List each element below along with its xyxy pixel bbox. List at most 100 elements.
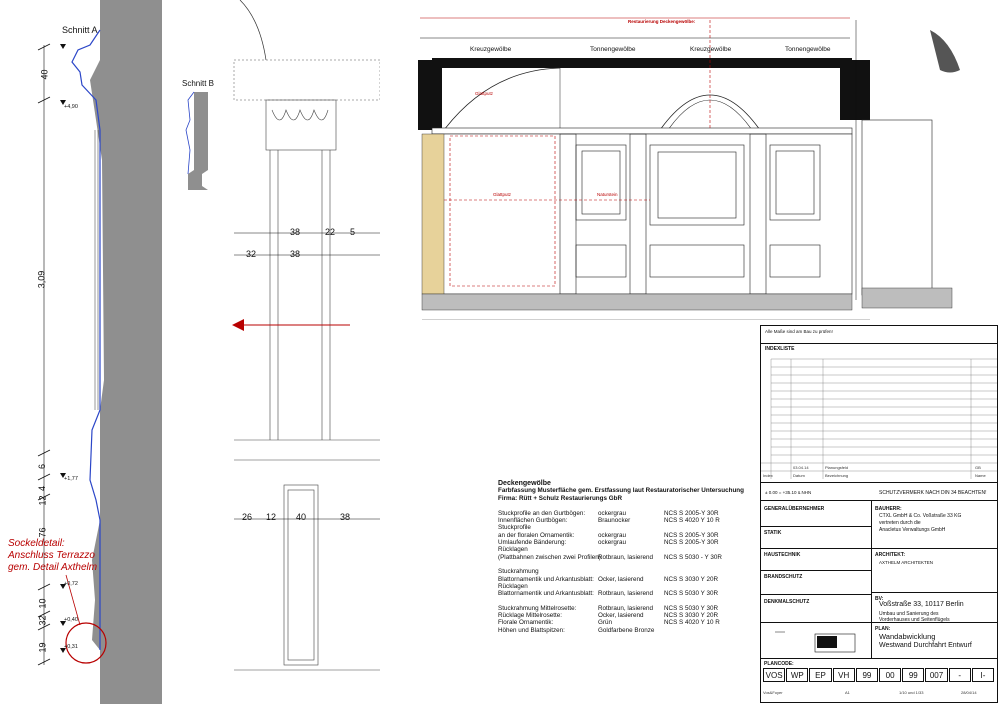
plan-title: Wandabwicklung [879, 632, 936, 641]
plancode-cell: EP [809, 668, 832, 682]
section-b-title: Schnitt B [182, 79, 215, 88]
vault-label-1: Kreuzgewölbe [470, 46, 512, 53]
spec-cell-b: Ocker, lasierend [598, 575, 644, 583]
plan-subtitle: Westwand Durchfahrt Entwurf [879, 642, 972, 649]
index-header-name: Name [975, 473, 986, 478]
spec-cell-c: NCS S 5030 - Y 30R [664, 553, 722, 561]
role-brandschutz: BRANDSCHUTZ [764, 574, 803, 580]
spec-cell-b: Rotbraun, lasierend [598, 553, 653, 561]
spec-row [498, 597, 758, 604]
color-spec-subtitle2: Firma: Rütt + Schulz Restaurierungs GbR [498, 494, 623, 502]
client-line1: CTXL GmbH & Co. Voßstraße 33 KG [879, 513, 962, 519]
spec-cell-a: Florale Ornamentik: [498, 619, 554, 627]
spec-cell-a: Rücklagen [498, 546, 528, 554]
tb-level-note: ± 0.00 = +35.10 ü.NHN [765, 490, 812, 495]
spec-row: Stuckrahmung Mittelrosette: Rotbraun, las… [498, 605, 758, 612]
spec-cell-a: Stuckprofile an den Gurtbögen: [498, 509, 586, 517]
index-header-index: Index [763, 473, 773, 478]
level-177: +1,77 [64, 476, 78, 482]
spec-cell-a: Stuckprofile [498, 524, 531, 532]
spec-row: Stuckrahmung [498, 568, 758, 575]
spec-cell-c: NCS S 3030 Y 20R [664, 612, 719, 620]
plancode-cell: 00 [879, 668, 902, 682]
dim-12: 12 [37, 495, 48, 506]
vault-label-2: Tonnengewölbe [590, 46, 636, 53]
tb-protection-note: SCHUTZVERMERK NACH DIN 34 BEACHTEN! [879, 490, 987, 496]
vault-label-4: Tonnengewölbe [785, 46, 831, 53]
code-footer-2: A1 [845, 690, 850, 695]
spec-cell-c: NCS S 5030 Y 30R [664, 590, 719, 598]
spec-cell-b: ockergrau [598, 539, 627, 547]
dim-6: 6 [37, 463, 48, 470]
col-dim-32: 32 [246, 249, 257, 259]
label-glattputz-1: Glattputz [475, 91, 494, 96]
spec-row: Rücklage Mittelrosette: Ocker, lasierend N… [498, 612, 758, 619]
role-statik: STATIK [764, 530, 782, 536]
base-dim-38: 38 [340, 512, 351, 522]
level-040: +0,40 [64, 617, 78, 623]
col-dim-38: 38 [290, 227, 301, 237]
base-dim-26: 26 [242, 512, 253, 522]
col-dim-38b: 38 [290, 249, 301, 259]
label-glattputz-2: Glattputz [493, 192, 512, 197]
spec-cell-c: NCS S 3030 Y 20R [664, 575, 719, 583]
spec-cell-b: ockergrau [598, 509, 627, 517]
level-031: +0,31 [64, 644, 78, 650]
spec-row: Stuckprofile [498, 524, 758, 531]
spec-cell-a: Blattornamentik und Arkantusblatt: [498, 590, 594, 598]
index-grid [761, 358, 997, 479]
level-490: +4,90 [64, 104, 78, 110]
section-a-drawing [37, 0, 162, 704]
plancode-cell: 007 [925, 668, 948, 682]
spec-cell-b: Rotbraun, lasierend [598, 604, 653, 612]
color-spec: Deckengewölbe Farbfassung Musterfläche g… [498, 480, 758, 634]
dim-4: 4 [37, 485, 48, 492]
spec-cell-a: Umlaufende Bänderung: [498, 539, 567, 547]
tb-top-note: Alle Maße sind am Bau zu prüfen! [765, 329, 833, 334]
sockel-note-line3: gem. Detail Axthelm [8, 562, 98, 573]
index-header-desc: Bezeichnung [825, 473, 849, 478]
plancode-row: VOS WP EP VH 99 00 99 007- I- [763, 668, 995, 682]
client-label: BAUHERR: [875, 506, 902, 512]
level-072: +0,72 [64, 581, 78, 587]
section-a-title: Schnitt A [62, 25, 98, 35]
plancode-cell: VOS [763, 668, 786, 682]
role-gu: GENERALÜBERNEHMER [764, 506, 825, 512]
code-footer-1: Vos&Foyer [763, 690, 783, 695]
spec-cell-a: Höhen und Blattspitzen: [498, 626, 565, 634]
spec-cell-a: Rücklage Mittelrosette: [498, 612, 563, 620]
spec-cell-b: Rotbraun, lasierend [598, 590, 653, 598]
base-dim-12: 12 [266, 512, 277, 522]
spec-cell-c: NCS S 2005-Y 30R [664, 509, 719, 517]
plancode-cell: VH [832, 668, 855, 682]
spec-cell-a: Innenflächen Gurtbögen: [498, 517, 568, 525]
dim-40: 40 [39, 69, 50, 80]
spec-row: Rücklagen [498, 583, 758, 590]
plancode-label: PLANCODE: [764, 661, 794, 667]
dim-10: 10 [37, 598, 48, 609]
role-haustechnik: HAUSTECHNIK [764, 552, 801, 558]
spec-cell-a: Rücklagen [498, 582, 528, 590]
spec-cell-c: NCS S 4020 Y 10 R [664, 517, 720, 525]
spec-cell-c: NCS S 4020 Y 10 R [664, 619, 720, 627]
restoration-title: Restaurierung Deckengewölbe: [628, 19, 696, 24]
sockel-note: Sockeldetail: Anschluss Terrazzo gem. De… [8, 538, 97, 574]
spec-row: Blattornamentik und Arkantusblatt: Rotbra… [498, 590, 758, 597]
spec-cell-c: NCS S 5030 Y 30R [664, 604, 719, 612]
col-dim-22: 22 [325, 227, 336, 237]
spec-cell-b: Grün [598, 619, 612, 627]
dim-19: 19 [37, 642, 48, 653]
client-line3: Anacletus Verwaltungs GmbH [879, 527, 946, 533]
spec-row: Umlaufende Bänderung: ockergrau NCS S 2005… [498, 539, 758, 546]
column-detail-drawing [232, 0, 380, 671]
spec-cell-b: Braunocker [598, 517, 631, 525]
bv-line1: Voßstraße 33, 10117 Berlin [879, 601, 964, 608]
code-footer-4: 28/04/14 [961, 690, 977, 695]
spec-cell-c: NCS S 2005-Y 30R [664, 539, 719, 547]
spec-cell-a: Stuckrahmung [498, 568, 539, 576]
sockel-note-line1: Sockeldetail: [8, 538, 65, 549]
tb-index-label: INDEXLISTE [765, 346, 795, 352]
plancode-cell: 99 [902, 668, 925, 682]
plancode-cell: - [948, 668, 971, 682]
section-b-drawing [185, 91, 208, 190]
